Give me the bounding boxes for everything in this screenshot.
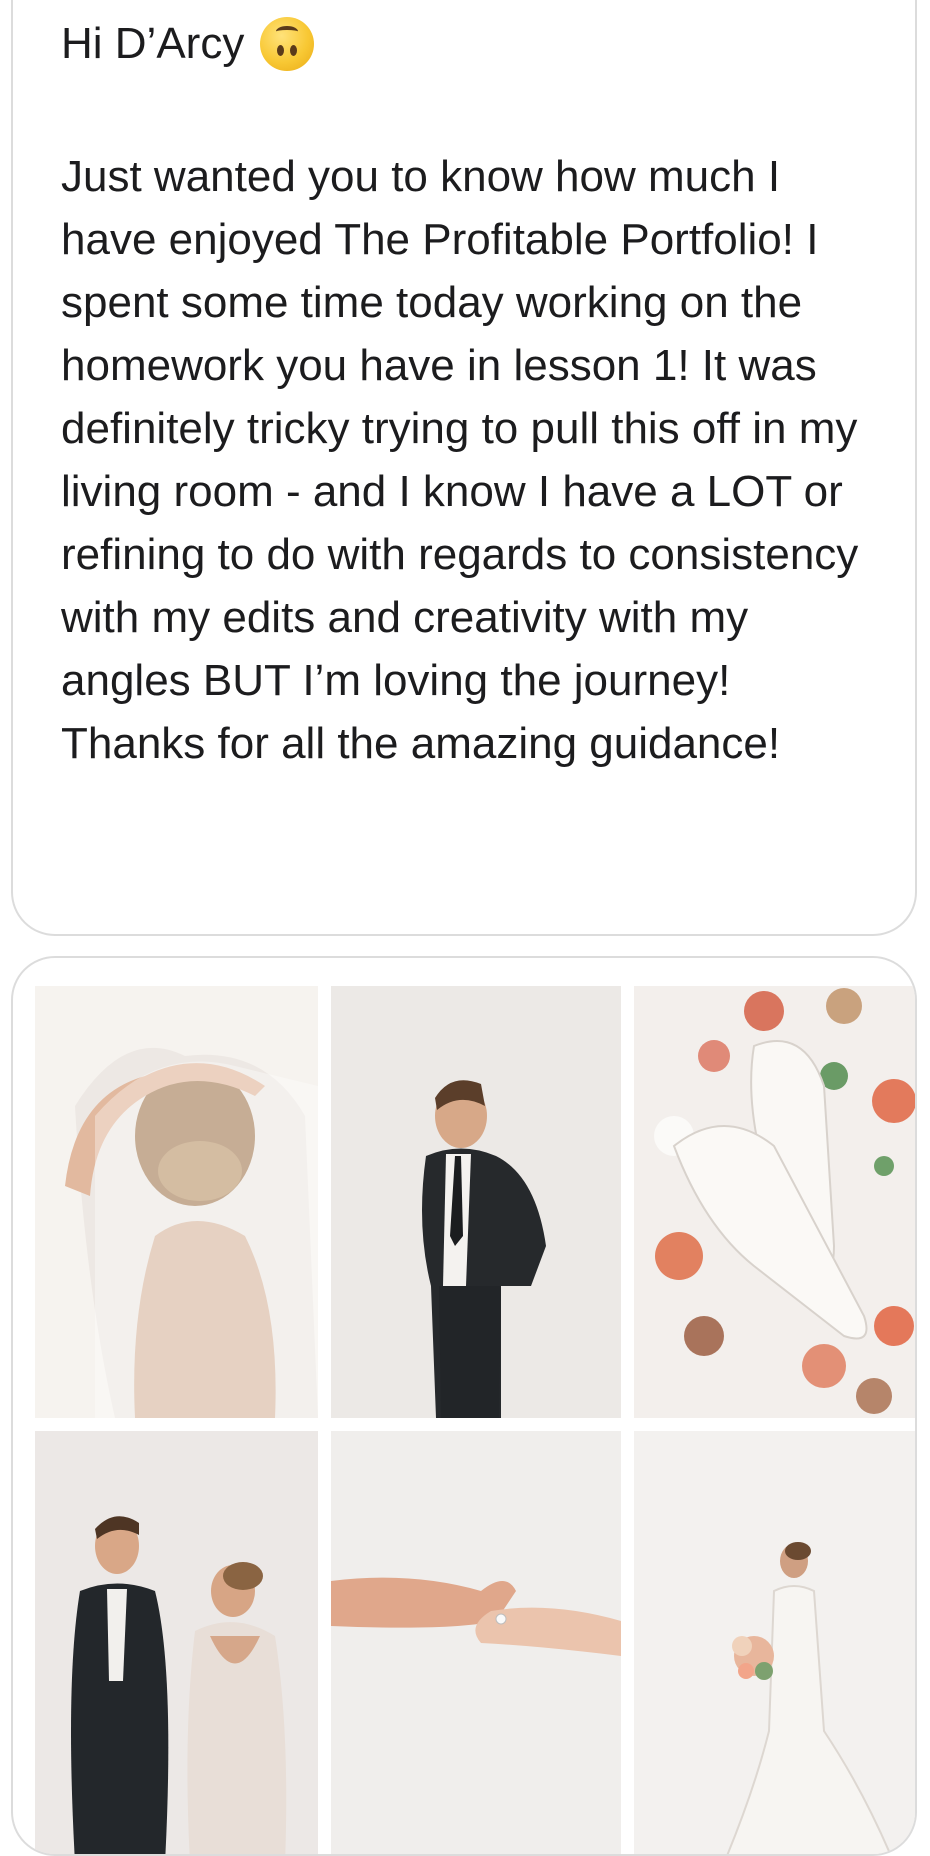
message-body-text: Just wanted you to know how much I have …: [61, 152, 859, 768]
bridal-shoes-flatlay-photo[interactable]: [634, 986, 915, 1418]
photo-attachment-bubble[interactable]: [11, 956, 917, 1856]
bride-veil-back-photo[interactable]: [35, 986, 318, 1418]
groom-profile-photo[interactable]: [331, 986, 621, 1418]
greeting-line: Hi D’Arcy: [61, 14, 315, 74]
upside-down-face-emoji-icon: [260, 17, 315, 71]
bride-with-bouquet-photo[interactable]: [634, 1431, 915, 1854]
greeting-text: Hi D’Arcy: [61, 19, 245, 68]
message-bubble[interactable]: Hi D’Arcy Just wanted you to know how mu…: [11, 0, 917, 936]
message-body: Just wanted you to know how much I have …: [61, 145, 881, 775]
holding-hands-photo[interactable]: [331, 1431, 621, 1854]
couple-first-look-photo[interactable]: [35, 1431, 318, 1854]
